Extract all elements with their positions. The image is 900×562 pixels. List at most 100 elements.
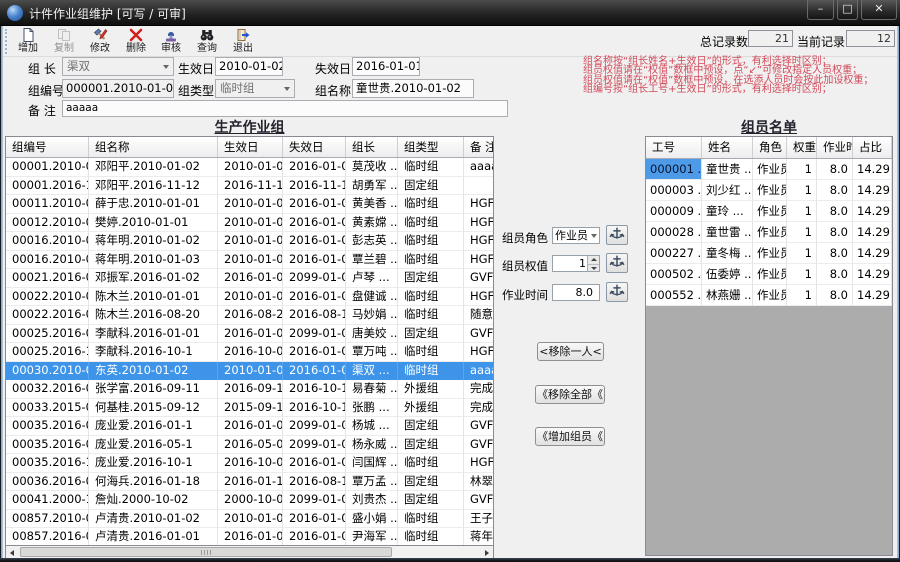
add-member-button[interactable]: 《增加组员《 [535, 427, 605, 446]
table-row[interactable]: 00025.2016-10-1李献科.2016-10-12016-10-0120… [6, 343, 493, 362]
total-records-label: 总记录数 [700, 35, 749, 49]
table-cell: 2000-10-02 [218, 491, 283, 510]
up-triangle-icon [591, 258, 597, 261]
toolbar-item-exit[interactable]: 退出 [225, 27, 261, 56]
h-scrollbar[interactable] [5, 545, 494, 559]
column-header[interactable]: 生效日 [218, 137, 283, 157]
table-row[interactable]: 00001.2010-0...邓阳平.2010-01-022010-01-022… [6, 158, 493, 177]
table-cell: 2016-01-01 [283, 361, 346, 380]
table-cell: 2016-11-12 [218, 176, 283, 195]
column-header[interactable]: 角色 [753, 137, 787, 158]
table-cell: 8.0 [817, 159, 853, 180]
anchor-icon [609, 284, 625, 296]
column-header[interactable]: 占比 [853, 137, 892, 158]
remark-field[interactable]: aaaaa [62, 100, 508, 117]
table-row[interactable]: 00035.2016-05-1庞业爱.2016-05-12016-05-0120… [6, 435, 493, 454]
table-row[interactable]: 00016.2010-0...蒋年明.2010-01-032010-01-032… [6, 250, 493, 269]
column-header[interactable]: 组长 [346, 137, 398, 157]
column-header[interactable]: 备 注 [464, 137, 493, 157]
table-cell: 2015-09-12 [218, 398, 283, 417]
table-row[interactable]: 00041.2000-1...詹灿.2000-10-022000-10-0220… [6, 491, 493, 510]
minimize-button[interactable]: – [807, 0, 834, 20]
spinner-up-button[interactable] [588, 256, 599, 264]
table-row[interactable]: 00001.2016-1...邓阳平.2016-11-122016-11-122… [6, 176, 493, 195]
left-table-header: 组编号 组名称 生效日 失效日 组长 组类型备 注 [6, 137, 493, 158]
apply-time-button[interactable] [606, 282, 628, 302]
table-row[interactable]: 000502 ...伍委婷 ...作业员18.014.29 [646, 264, 892, 285]
table-cell: 邓阳平.2016-11-12 [89, 176, 218, 195]
group-no-field[interactable]: 000001.2010-01-02 [62, 79, 174, 98]
column-header[interactable]: 组编号 [6, 137, 89, 157]
table-row[interactable]: 00857.2010-0...卢清贵.2010-01-022010-01-022… [6, 509, 493, 528]
table-cell: 2016-01-02 [218, 269, 283, 288]
member-role-combo[interactable]: 作业员 [552, 227, 600, 244]
column-header[interactable]: 失效日 [283, 137, 346, 157]
table-row[interactable]: 000227 ...童冬梅 ...作业员18.014.29 [646, 243, 892, 264]
toolbar-item-add[interactable]: 增加 [10, 27, 46, 56]
table-row[interactable]: 00030.2010-0...东英.2010-01-022010-01-0220… [6, 361, 493, 380]
column-header[interactable]: 工号 [646, 137, 702, 158]
table-cell: 1 [787, 243, 817, 264]
table-cell: 2016-11-12 [283, 176, 346, 195]
group-no-label: 组编号 [28, 84, 65, 98]
table-cell: 14.29 [853, 201, 892, 222]
toolbar-item-audit[interactable]: 审核 [153, 27, 189, 56]
table-row[interactable]: 00022.2016-0...陈木兰.2016-08-202016-08-202… [6, 306, 493, 325]
table-cell: 固定组 [398, 324, 464, 343]
remove-all-button[interactable]: 《移除全部《 [535, 385, 605, 404]
work-time-field[interactable]: 8.0 [552, 284, 600, 301]
table-row[interactable]: 00022.2010-0...陈木兰.2010-01-012010-01-012… [6, 287, 493, 306]
scroll-right-arrow[interactable] [480, 547, 492, 557]
table-cell: 2010-01-02 [218, 361, 283, 380]
apply-role-button[interactable] [606, 225, 628, 245]
remove-one-button[interactable]: <移除一人< [537, 342, 604, 361]
table-cell: 2016-10-01 [218, 343, 283, 362]
column-header[interactable]: 姓名 [702, 137, 753, 158]
table-row[interactable]: 00012.2010-0...樊婷.2010-01-012010-01-0120… [6, 213, 493, 232]
toolbar-item-query[interactable]: 查询 [189, 27, 225, 56]
scroll-left-arrow[interactable] [7, 547, 19, 557]
group-type-combo[interactable]: 临时组 [215, 79, 295, 98]
toolbar-item-modify[interactable]: 修改 [82, 27, 118, 56]
table-row[interactable]: 000003 ...刘少红 ...作业员18.014.29 [646, 180, 892, 201]
table-row[interactable]: 000009 ...童玲 ...作业员18.014.29 [646, 201, 892, 222]
expiry-date-field[interactable]: 2016-01-01 [352, 57, 420, 76]
table-cell: 外援组 [398, 380, 464, 399]
effective-date-field[interactable]: 2010-01-02 [215, 57, 283, 76]
table-cell: 蒋年明.2010-01-03 [89, 250, 218, 269]
table-cell: 蒋年明 [464, 528, 493, 545]
table-row[interactable]: 00016.2010-0...蒋年明.2010-01-022010-01-022… [6, 232, 493, 251]
table-row[interactable]: 00035.2016-10-1庞业爱.2016-10-12016-10-0120… [6, 454, 493, 473]
table-row[interactable]: 000001 ...童世贵 ...作业员18.014.29 [646, 159, 892, 180]
column-header[interactable]: 权重 [787, 137, 817, 158]
member-weight-spinner[interactable]: 1 [552, 255, 600, 272]
table-row[interactable]: 00036.2016-0...何海兵.2016-01-182016-01-182… [6, 472, 493, 491]
app-icon [7, 5, 23, 21]
table-cell: 庞业爱.2016-01-1 [89, 417, 218, 436]
toolbar-gripper[interactable] [5, 29, 8, 54]
spinner-down-button[interactable] [588, 263, 599, 271]
table-cell: 000227 ... [646, 243, 702, 264]
table-row[interactable]: 000028 ...童世雷 ...作业员18.014.29 [646, 222, 892, 243]
table-row[interactable]: 00035.2016-01-1庞业爱.2016-01-12016-01-0120… [6, 417, 493, 436]
close-button[interactable]: ✕ [861, 0, 897, 20]
maximize-button[interactable]: □ [837, 0, 858, 20]
scroll-thumb[interactable] [20, 547, 392, 557]
table-row[interactable]: 000552 ...林燕姗 ...作业员18.014.29 [646, 285, 892, 306]
apply-weight-button[interactable] [606, 253, 628, 273]
table-row[interactable]: 00033.2015-0...何基桂.2015-09-122015-09-122… [6, 398, 493, 417]
table-row[interactable]: 00011.2010-0...薛于忠.2010-01-012010-01-012… [6, 195, 493, 214]
table-row[interactable]: 00021.2016-0...邓振军.2016-01-022016-01-022… [6, 269, 493, 288]
table-row[interactable]: 00857.2016-0...卢清贵.2016-01-012016-01-012… [6, 528, 493, 545]
table-row[interactable]: 00025.2016-0...李献科.2016-01-012016-01-012… [6, 324, 493, 343]
effective-date-label: 生效日 [178, 62, 215, 76]
column-header[interactable]: 作业时 [817, 137, 853, 158]
toolbar-item-delete[interactable]: 删除 [118, 27, 154, 56]
column-header[interactable]: 组名称 [89, 137, 218, 157]
column-header[interactable]: 组类型 [398, 137, 464, 157]
table-cell: 临时组 [398, 306, 464, 325]
leader-combo[interactable]: 渠双 [62, 57, 174, 76]
table-row[interactable]: 00032.2016-0...张学富.2016-09-112016-09-112… [6, 380, 493, 399]
group-name-field[interactable]: 童世贵.2010-01-02 [352, 79, 474, 98]
toolbar-item-label: 增加 [18, 43, 38, 54]
